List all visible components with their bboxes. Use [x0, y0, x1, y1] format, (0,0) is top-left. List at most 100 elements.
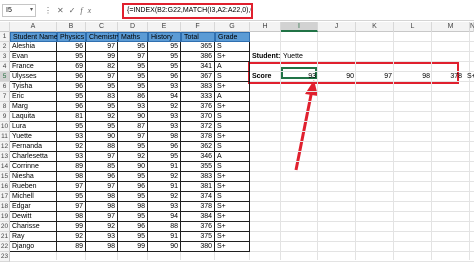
table-cell[interactable]: 97	[57, 182, 86, 192]
table-cell[interactable]: 91	[148, 182, 181, 192]
table-header-cell[interactable]: Chemistry	[86, 32, 121, 42]
table-cell[interactable]: 95	[118, 62, 148, 72]
table-cell[interactable]: 376	[181, 222, 215, 232]
table-cell[interactable]: 386	[181, 52, 215, 62]
table-cell[interactable]: 90	[148, 242, 181, 252]
table-cell[interactable]: 95	[86, 102, 118, 112]
table-cell[interactable]: 370	[181, 112, 215, 122]
enter-icon[interactable]: ✓	[69, 6, 81, 15]
table-cell[interactable]: 380	[181, 242, 215, 252]
table-cell[interactable]: 372	[181, 122, 215, 132]
row-header-13[interactable]: 13	[0, 152, 10, 162]
table-cell[interactable]: 383	[181, 82, 215, 92]
student-name-cell[interactable]: Charlesetta	[10, 152, 57, 162]
column-header-e[interactable]: E	[148, 22, 181, 32]
table-cell[interactable]: 93	[57, 132, 86, 142]
table-cell[interactable]: 378	[181, 202, 215, 212]
table-cell[interactable]: 90	[86, 132, 118, 142]
student-name-cell[interactable]: Fernanda	[10, 142, 57, 152]
table-cell[interactable]: 88	[148, 222, 181, 232]
table-cell[interactable]: 95	[86, 122, 118, 132]
table-cell[interactable]: 95	[57, 52, 86, 62]
table-cell[interactable]: 99	[57, 222, 86, 232]
table-cell[interactable]: S+	[215, 82, 250, 92]
table-cell[interactable]: 97	[118, 52, 148, 62]
table-cell[interactable]: 362	[181, 142, 215, 152]
table-cell[interactable]: 93	[57, 152, 86, 162]
row-header-18[interactable]: 18	[0, 202, 10, 212]
table-cell[interactable]: S	[215, 192, 250, 202]
table-cell[interactable]: 95	[57, 92, 86, 102]
table-cell[interactable]: 93	[148, 82, 181, 92]
column-header-f[interactable]: F	[181, 22, 215, 32]
student-name-cell[interactable]: Marg	[10, 102, 57, 112]
table-header-cell[interactable]: History	[148, 32, 181, 42]
table-cell[interactable]: 96	[57, 42, 86, 52]
table-cell[interactable]: 95	[86, 82, 118, 92]
student-value-cell[interactable]: Yuette	[281, 52, 318, 62]
column-header-h[interactable]: H	[250, 22, 281, 32]
table-cell[interactable]: 96	[148, 72, 181, 82]
table-cell[interactable]: 93	[148, 112, 181, 122]
table-cell[interactable]: S+	[215, 52, 250, 62]
column-header-b[interactable]: B	[57, 22, 86, 32]
student-name-cell[interactable]: Rueben	[10, 182, 57, 192]
table-cell[interactable]: 91	[148, 162, 181, 172]
table-cell[interactable]: S+	[215, 242, 250, 252]
table-cell[interactable]: 86	[118, 92, 148, 102]
row-header-10[interactable]: 10	[0, 122, 10, 132]
table-cell[interactable]: 88	[86, 142, 118, 152]
row-header-3[interactable]: 3	[0, 52, 10, 62]
score-label[interactable]: Score	[250, 72, 281, 82]
formula-input[interactable]: {=INDEX(B2:G22,MATCH(I3,A2:A22,0),0)}	[122, 3, 253, 19]
table-cell[interactable]: 92	[118, 152, 148, 162]
table-cell[interactable]: 95	[57, 122, 86, 132]
table-cell[interactable]: 94	[148, 212, 181, 222]
column-header-l[interactable]: L	[394, 22, 432, 32]
student-name-cell[interactable]: Ray	[10, 232, 57, 242]
table-cell[interactable]: 93	[86, 232, 118, 242]
table-cell[interactable]: 346	[181, 152, 215, 162]
table-cell[interactable]: S	[215, 122, 250, 132]
table-cell[interactable]: 97	[57, 202, 86, 212]
table-cell[interactable]: 383	[181, 172, 215, 182]
row-header-17[interactable]: 17	[0, 192, 10, 202]
table-cell[interactable]: 92	[86, 112, 118, 122]
score-value-cell[interactable]: 93	[281, 72, 318, 82]
table-cell[interactable]: 93	[148, 202, 181, 212]
table-cell[interactable]: 96	[57, 82, 86, 92]
table-cell[interactable]: S	[215, 142, 250, 152]
table-cell[interactable]: 95	[118, 192, 148, 202]
column-header-a[interactable]: A	[10, 22, 57, 32]
row-header-21[interactable]: 21	[0, 232, 10, 242]
cancel-icon[interactable]: ✕	[57, 6, 69, 15]
column-header-k[interactable]: K	[356, 22, 394, 32]
table-cell[interactable]: 98	[148, 132, 181, 142]
table-cell[interactable]: 90	[118, 162, 148, 172]
table-cell[interactable]: 95	[118, 212, 148, 222]
row-header-19[interactable]: 19	[0, 212, 10, 222]
student-name-cell[interactable]: Yuette	[10, 132, 57, 142]
student-name-cell[interactable]: Tyisha	[10, 82, 57, 92]
student-name-cell[interactable]: Laquita	[10, 112, 57, 122]
table-cell[interactable]: 93	[118, 102, 148, 112]
table-cell[interactable]: 96	[57, 72, 86, 82]
table-cell[interactable]: 89	[57, 242, 86, 252]
row-header-15[interactable]: 15	[0, 172, 10, 182]
table-cell[interactable]: 82	[86, 62, 118, 72]
table-cell[interactable]: S+	[215, 102, 250, 112]
table-cell[interactable]: 81	[57, 112, 86, 122]
table-cell[interactable]: 85	[86, 162, 118, 172]
table-cell[interactable]: A	[215, 92, 250, 102]
row-header-6[interactable]: 6	[0, 82, 10, 92]
table-cell[interactable]: 95	[148, 62, 181, 72]
student-name-cell[interactable]: Ulysses	[10, 72, 57, 82]
table-cell[interactable]: 98	[86, 192, 118, 202]
table-cell[interactable]: 95	[57, 192, 86, 202]
table-cell[interactable]: 95	[148, 152, 181, 162]
table-cell[interactable]: 384	[181, 212, 215, 222]
score-value-cell[interactable]: 98	[394, 72, 432, 82]
column-header-n[interactable]: N	[470, 22, 474, 32]
table-cell[interactable]: 95	[148, 42, 181, 52]
table-cell[interactable]: 95	[118, 72, 148, 82]
